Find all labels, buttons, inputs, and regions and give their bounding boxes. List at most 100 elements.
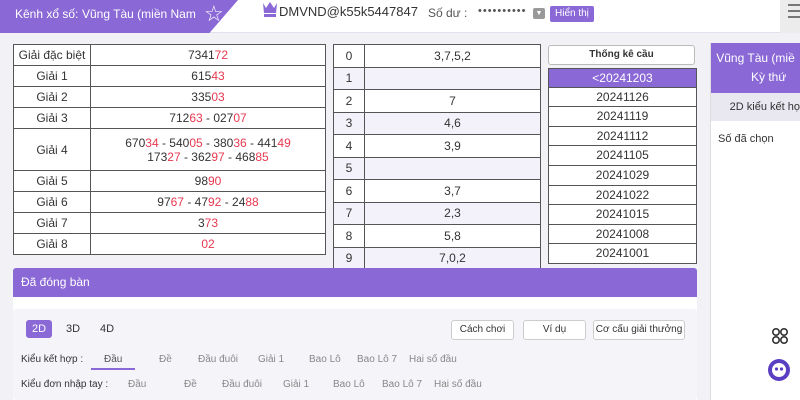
prize-label: Giải 4 <box>13 128 91 171</box>
prize-digit-highlight: 34 <box>145 135 159 150</box>
bet-slip-period: Kỳ thứ <box>751 70 787 84</box>
example-button[interactable]: Ví dụ <box>523 320 586 340</box>
bet-slip-type-label: 2D kiểu kết họ <box>729 101 800 113</box>
prize-digit-highlight: 63 <box>189 111 203 125</box>
loto-tails <box>364 66 541 90</box>
loto-head: 2 <box>333 89 365 113</box>
loto-head: 1 <box>333 66 365 90</box>
prize-digit-highlight: 02 <box>201 237 215 251</box>
prize-digit: - 362 <box>180 149 212 164</box>
bet-type-option[interactable]: Bao Lô 7 <box>382 379 422 390</box>
mode-tab-4d[interactable]: 4D <box>94 320 120 338</box>
loto-tails: 5,8 <box>364 224 541 248</box>
prize-structure-button[interactable]: Cơ cấu giải thưởng <box>593 320 685 340</box>
bet-type-option[interactable]: Giải 1 <box>258 354 284 365</box>
prize-digit: 173 <box>147 149 168 164</box>
prize-numbers: 71263 - 02707 <box>90 107 326 129</box>
bet-slip-panel: Vũng Tàu (miề Kỳ thứ 2D kiểu kết họ Số đ… <box>710 43 800 400</box>
prize-digit-highlight: 90 <box>208 174 222 188</box>
bet-type-option[interactable]: Bao Lô <box>333 379 365 390</box>
draw-date-item[interactable]: <20241203 <box>548 68 697 88</box>
draw-date-item[interactable]: 20241029 <box>548 165 697 186</box>
draw-date-list: <20241203 20241126 20241119 20241112 2024110… <box>548 68 697 264</box>
how-to-play-button[interactable]: Cách chơi <box>451 320 514 340</box>
bet-slip-channel: Vũng Tàu (miề <box>716 51 795 65</box>
prize-label: Giải 2 <box>13 86 91 108</box>
stats-button[interactable]: Thống kê cầu <box>548 45 695 65</box>
draw-date-item[interactable]: 20241008 <box>548 224 697 245</box>
prize-digit-highlight: 03 <box>211 90 225 104</box>
prize-number-line: 33503 <box>91 90 325 104</box>
bet-type-option[interactable]: Bao Lô 7 <box>357 354 397 365</box>
loto-head: 5 <box>333 156 365 180</box>
prize-number-line: 02 <box>91 237 325 251</box>
bet-type-option[interactable]: Đề <box>184 379 197 390</box>
draw-date-item[interactable]: 20241119 <box>548 107 697 127</box>
loto-head: 0 <box>333 44 365 68</box>
prize-digit-highlight: 43 <box>211 69 225 83</box>
prize-digit: 97 <box>157 195 171 209</box>
prize-digit: 712 <box>169 111 190 125</box>
menu-icon[interactable] <box>780 0 800 33</box>
balance-dropdown-icon[interactable]: ▼ <box>533 8 545 19</box>
draw-date-item[interactable]: 20241001 <box>548 244 697 264</box>
prize-numbers: 02 <box>90 233 326 255</box>
bet-type-option[interactable]: Đầu <box>128 379 146 390</box>
prize-number-line: 734172 <box>91 48 325 62</box>
draw-date-item[interactable]: 20241015 <box>548 205 697 225</box>
loto-row: 27 <box>333 89 541 113</box>
loto-tails: 3,7,5,2 <box>364 44 541 68</box>
prize-digit-highlight: 36 <box>233 135 247 150</box>
bet-type-option[interactable]: Giải 1 <box>283 379 309 390</box>
mode-tab-2d[interactable]: 2D <box>26 320 52 338</box>
favorite-star-icon[interactable]: ☆ <box>204 2 224 26</box>
prize-digit-highlight: 73 <box>204 216 219 230</box>
combo-type-label: Kiểu kết hợp : <box>21 354 84 365</box>
loto-head: 9 <box>333 246 365 270</box>
prize-label: Giải 7 <box>13 212 91 234</box>
bet-slip-type: 2D kiểu kết họ <box>711 93 800 121</box>
prize-digit: - 380 <box>202 135 234 150</box>
prize-number-line: 67034 - 54005 - 38036 - 44149 <box>91 136 325 150</box>
prize-numbers: 67034 - 54005 - 38036 - 44149 17327 - 362… <box>90 128 326 171</box>
draw-date-item[interactable]: 20241105 <box>548 146 697 166</box>
support-chat-icon[interactable] <box>768 359 790 381</box>
draw-date-item[interactable]: 20241126 <box>548 87 697 108</box>
prize-label: Giải đặc biệt <box>13 44 91 66</box>
prize-numbers: 734172 <box>90 44 326 66</box>
bet-type-option[interactable]: Đề <box>159 354 172 365</box>
prize-number-line: 373 <box>91 216 325 230</box>
prize-digit-highlight: 67 <box>170 195 184 209</box>
prize-row: Giải 2 33503 <box>13 86 326 108</box>
selected-numbers-label: Số đã chọn <box>718 133 774 145</box>
bet-type-option[interactable]: Đầu đuôi <box>198 354 238 365</box>
prize-digit: 670 <box>125 135 146 150</box>
bet-type-option[interactable]: Đầu <box>91 354 136 370</box>
prize-numbers: 9890 <box>90 170 326 192</box>
draw-date-item[interactable]: 20241022 <box>548 185 697 206</box>
prize-numbers: 373 <box>90 212 326 234</box>
prize-number-line: 61543 <box>91 69 325 83</box>
prize-digit: - 540 <box>158 135 190 150</box>
top-header: Kênh xổ số: Vũng Tàu (miền Nam ☆ DMVND@k… <box>0 0 800 33</box>
prize-number-line: 9767 - 4792 - 2488 <box>91 195 325 209</box>
prize-results-table: Giải đặc biệt 734172 Giải 1 61543 Giải 2 3350… <box>13 44 326 255</box>
bet-type-option[interactable]: Hai số đầu <box>409 354 457 365</box>
lottery-channel-select[interactable]: Vũng Tàu (miền Nam <box>82 7 196 21</box>
prize-label: Giải 5 <box>13 170 91 192</box>
mode-tab-3d[interactable]: 3D <box>60 320 86 338</box>
loto-head: 4 <box>333 134 365 158</box>
bet-type-option[interactable]: Hai số đầu <box>434 379 482 390</box>
loto-row: 6 3,7 <box>333 179 541 203</box>
draw-date-item[interactable]: 20241112 <box>548 126 697 147</box>
prize-digit-highlight: 92 <box>208 195 222 209</box>
prize-digit-highlight: 27 <box>167 149 181 164</box>
prize-row: Giải 8 02 <box>13 233 326 255</box>
show-balance-button[interactable]: Hiển thị <box>550 6 594 22</box>
prize-number-line: 17327 - 36297 - 46885 <box>91 150 325 164</box>
bet-type-option[interactable]: Đầu đuôi <box>222 379 262 390</box>
apps-grid-icon[interactable] <box>770 326 790 346</box>
balance-label: Số dư : <box>428 6 468 20</box>
bet-type-option[interactable]: Bao Lô <box>309 354 341 365</box>
prize-digit-highlight: 97 <box>211 149 225 164</box>
